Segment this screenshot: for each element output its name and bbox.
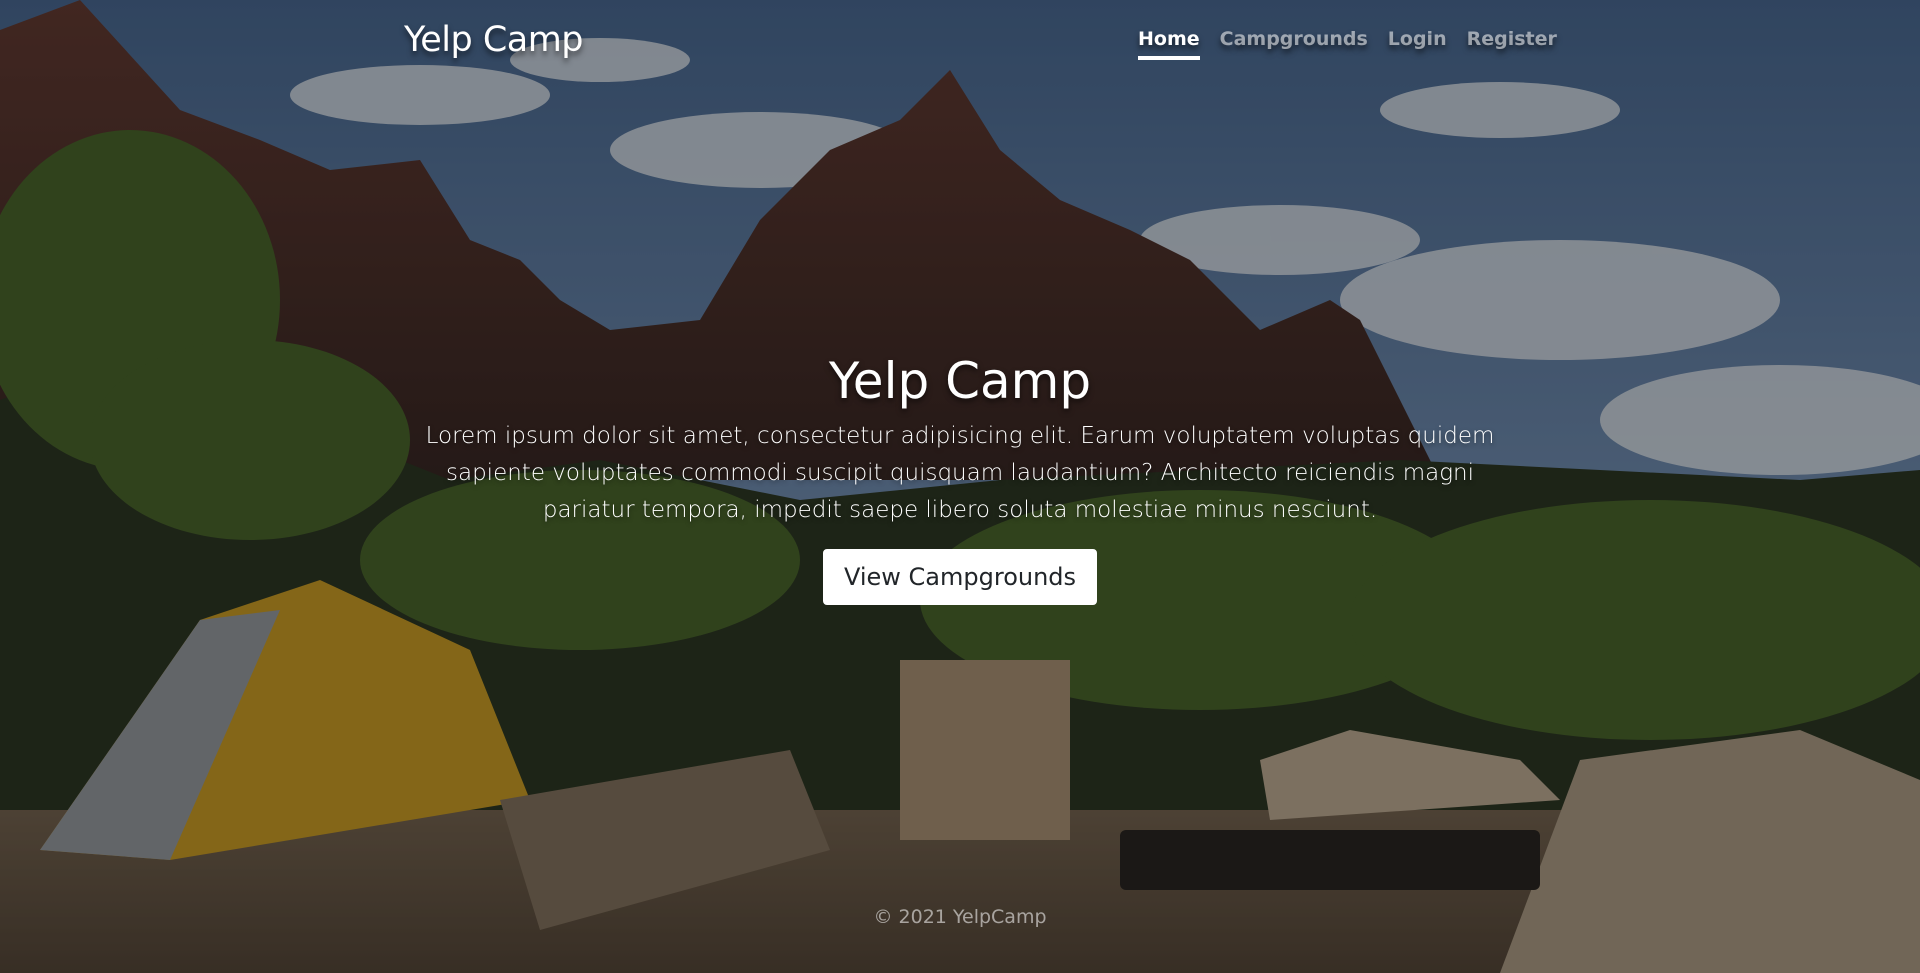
nav-link-campgrounds[interactable]: Campgrounds xyxy=(1220,28,1368,60)
nav-link-register[interactable]: Register xyxy=(1467,28,1557,60)
hero-lead-text: Lorem ipsum dolor sit amet, consectetur … xyxy=(425,423,1495,523)
footer-copyright: © 2021 YelpCamp xyxy=(873,906,1047,928)
view-campgrounds-button[interactable]: View Campgrounds xyxy=(822,549,1098,605)
page: Yelp Camp Home Campgrounds Login Registe… xyxy=(0,0,1920,973)
nav-link-home[interactable]: Home xyxy=(1138,28,1200,60)
hero-title: Yelp Camp xyxy=(828,352,1092,410)
hero-section: Yelp Camp Lorem ipsum dolor sit amet, co… xyxy=(410,352,1510,605)
navbar: Yelp Camp Home Campgrounds Login Registe… xyxy=(0,0,1920,86)
brand-logo[interactable]: Yelp Camp xyxy=(404,20,584,60)
nav-links: Home Campgrounds Login Register xyxy=(1138,28,1557,60)
nav-link-login[interactable]: Login xyxy=(1388,28,1447,60)
